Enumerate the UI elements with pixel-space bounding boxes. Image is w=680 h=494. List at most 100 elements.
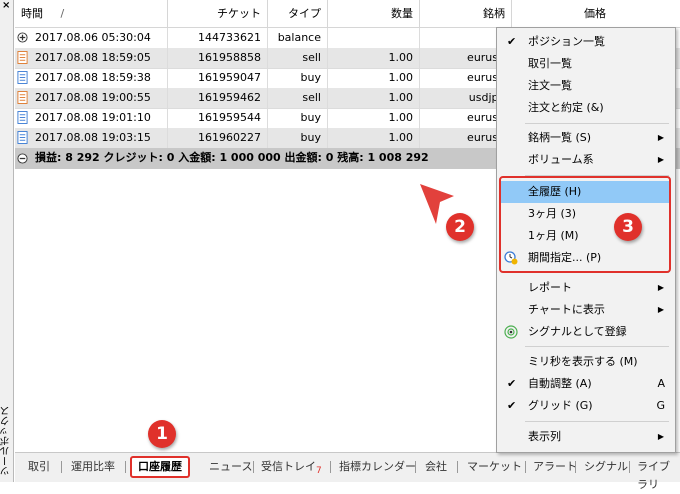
- cell-time: 2017.08.08 18:59:38: [15, 68, 168, 88]
- column-header-ticket[interactable]: チケット: [168, 0, 268, 27]
- tab-company[interactable]: 会社: [425, 458, 447, 476]
- menu-item[interactable]: 注文と約定 (&): [497, 97, 675, 119]
- tab-exposure[interactable]: 運用比率: [71, 458, 115, 476]
- cell-volume: 1.00: [328, 88, 420, 108]
- column-header-volume[interactable]: 数量: [328, 0, 420, 27]
- menu-item[interactable]: チャートに表示 ▶: [497, 299, 675, 321]
- tab-trade[interactable]: 取引: [28, 458, 50, 476]
- column-header-type[interactable]: タイプ: [268, 0, 328, 27]
- tab-news[interactable]: ニュース: [209, 458, 252, 476]
- close-icon[interactable]: ×: [2, 1, 10, 11]
- tab-calendar[interactable]: 指標カレンダー: [339, 458, 416, 476]
- submenu-arrow-icon: ▶: [657, 432, 664, 441]
- menu-item[interactable]: 表示列 ▶: [497, 426, 675, 448]
- callout-3: 3: [614, 213, 642, 241]
- tab-library[interactable]: ライブラリ: [637, 458, 680, 491]
- menu-shortcut: G: [656, 399, 665, 412]
- tab-alerts[interactable]: アラート: [533, 458, 577, 476]
- table-header: 時間 / チケット タイプ 数量 銘柄 価格: [15, 0, 680, 28]
- menu-item[interactable]: ボリューム系 ▶: [497, 149, 675, 171]
- column-header-price[interactable]: 価格: [512, 0, 612, 27]
- buy-document-icon: [17, 71, 28, 84]
- checkmark-icon: ✔: [507, 377, 517, 390]
- minus-circle-icon[interactable]: [17, 152, 28, 165]
- menu-item-label: 自動調整 (A): [528, 377, 592, 390]
- menu-item-label: シグナルとして登録: [528, 325, 627, 338]
- menu-item[interactable]: ミリ秒を表示する (M): [497, 351, 675, 373]
- menu-item-label: チャートに表示: [528, 303, 605, 316]
- buy-document-icon: [17, 111, 28, 124]
- checkmark-icon: ✔: [507, 399, 517, 412]
- cell-type: buy: [268, 128, 328, 148]
- toolbox-label: ツールボックス: [1, 406, 12, 476]
- signal-antenna-icon: [504, 325, 518, 339]
- tab-account-history[interactable]: 口座履歴: [130, 456, 190, 478]
- column-header-time[interactable]: 時間 /: [15, 0, 168, 27]
- menu-item-label: 注文と約定 (&): [528, 101, 604, 114]
- sort-indicator: /: [60, 7, 65, 20]
- menu-item-label: 表示列: [528, 430, 561, 443]
- cell-volume: 1.00: [328, 48, 420, 68]
- cell-time: 2017.08.08 19:03:15: [15, 128, 168, 148]
- cell-volume: 1.00: [328, 108, 420, 128]
- cell-time: 2017.08.08 19:00:55: [15, 88, 168, 108]
- terminal-tab-bar: 取引 運用比率 口座履歴 ニュース 受信トレイ7 指標カレンダー 会社 マーケッ…: [15, 452, 680, 491]
- cell-type: buy: [268, 108, 328, 128]
- cell-ticket: 161959544: [168, 108, 268, 128]
- menu-shortcut: A: [657, 377, 665, 390]
- sell-document-icon: [17, 51, 28, 64]
- menu-item-label: グリッド (G): [528, 399, 593, 412]
- cell-volume: 1.00: [328, 128, 420, 148]
- toolbox-strip: × ツールボックス: [0, 0, 14, 482]
- tab-market[interactable]: マーケット: [467, 458, 522, 476]
- menu-item-label: レポート: [528, 281, 572, 294]
- submenu-arrow-icon: ▶: [657, 305, 664, 314]
- history-period-highlight-box: [499, 176, 671, 273]
- tab-mailbox[interactable]: 受信トレイ7: [261, 458, 322, 476]
- summary-text: 損益: 8 292 クレジット: 0 入金額: 1 000 000 出金額: 0…: [35, 151, 429, 164]
- submenu-arrow-icon: ▶: [657, 283, 664, 292]
- cell-type: buy: [268, 68, 328, 88]
- mailbox-count-badge: 7: [316, 466, 322, 476]
- buy-document-icon: [17, 131, 28, 144]
- cell-ticket: 144733621: [168, 28, 268, 48]
- menu-item-label: ポジション一覧: [528, 35, 605, 48]
- submenu-arrow-icon: ▶: [657, 133, 664, 142]
- cell-type: sell: [268, 88, 328, 108]
- plus-circle-icon: [17, 32, 28, 43]
- callout-1: 1: [148, 420, 176, 448]
- cell-time: 2017.08.08 19:01:10: [15, 108, 168, 128]
- sell-document-icon: [17, 91, 28, 104]
- menu-separator: [525, 123, 669, 124]
- menu-separator: [525, 346, 669, 347]
- cell-ticket: 161959047: [168, 68, 268, 88]
- menu-item-label: 注文一覧: [528, 79, 572, 92]
- cell-ticket: 161960227: [168, 128, 268, 148]
- tab-signals[interactable]: シグナル: [584, 458, 628, 476]
- menu-item[interactable]: ✔ 自動調整 (A) A: [497, 373, 675, 395]
- cell-ticket: 161958858: [168, 48, 268, 68]
- cell-type: sell: [268, 48, 328, 68]
- menu-item[interactable]: ✔ ポジション一覧: [497, 31, 675, 53]
- column-header-symbol[interactable]: 銘柄: [420, 0, 512, 27]
- menu-item[interactable]: 銘柄一覧 (S) ▶: [497, 127, 675, 149]
- menu-separator: [525, 421, 669, 422]
- cell-time: 2017.08.08 18:59:05: [15, 48, 168, 68]
- callout-2: 2: [446, 213, 474, 241]
- cell-type: balance: [268, 28, 328, 48]
- menu-item-label: ミリ秒を表示する (M): [528, 355, 638, 368]
- menu-item[interactable]: 取引一覧: [497, 53, 675, 75]
- cell-volume: [328, 28, 420, 48]
- menu-item[interactable]: 注文一覧: [497, 75, 675, 97]
- menu-item[interactable]: ✔ グリッド (G) G: [497, 395, 675, 417]
- menu-item[interactable]: レポート ▶: [497, 277, 675, 299]
- checkmark-icon: ✔: [507, 35, 517, 48]
- submenu-arrow-icon: ▶: [657, 155, 664, 164]
- menu-item-label: 銘柄一覧 (S): [528, 131, 592, 144]
- cell-ticket: 161959462: [168, 88, 268, 108]
- menu-item[interactable]: シグナルとして登録: [497, 321, 675, 343]
- cell-volume: 1.00: [328, 68, 420, 88]
- menu-item-label: ボリューム系: [528, 153, 594, 166]
- cell-time: 2017.08.06 05:30:04: [15, 28, 168, 48]
- menu-item-label: 取引一覧: [528, 57, 572, 70]
